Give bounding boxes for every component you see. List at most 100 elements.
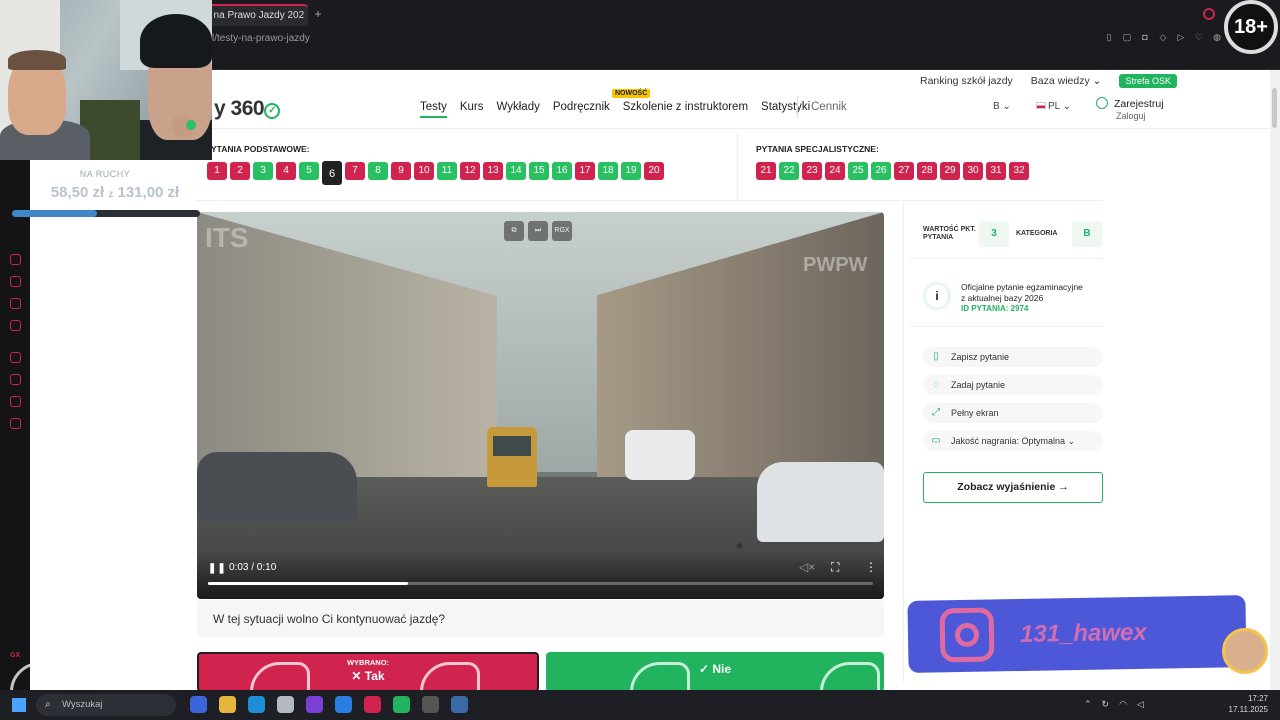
register-link[interactable]: Zarejestruj (1114, 98, 1164, 110)
question-number-button[interactable]: 16 (552, 162, 572, 180)
question-number-button[interactable]: 5 (299, 162, 319, 180)
more-options-icon[interactable]: ⋮ (865, 560, 877, 574)
mute-icon[interactable]: ◁× (799, 560, 815, 574)
nav-handbook[interactable]: Podręcznik (553, 101, 610, 118)
page-scrollbar[interactable] (1270, 70, 1280, 690)
sidebar-settings-icon[interactable] (10, 418, 21, 429)
file-explorer-icon[interactable] (219, 696, 236, 713)
question-number-button[interactable]: 13 (483, 162, 503, 180)
question-number-button[interactable]: 17 (575, 162, 595, 180)
taskbar-clock[interactable]: 17:27 17.11.2025 (1226, 693, 1268, 715)
nav-course[interactable]: Kurs (460, 101, 484, 118)
taskbar-search[interactable]: ⌕ Wyszukaj (36, 694, 176, 716)
question-number-button[interactable]: 12 (460, 162, 480, 180)
rgx-button[interactable]: RGX (552, 221, 572, 241)
question-number-button[interactable]: 26 (871, 162, 891, 180)
windows-start-icon[interactable] (12, 698, 26, 712)
question-number-button[interactable]: 23 (802, 162, 822, 180)
user-menu[interactable]: Zarejestruj Zaloguj (1096, 97, 1164, 121)
app-purple-icon[interactable] (306, 696, 323, 713)
category-select[interactable]: B ⌄ (993, 101, 1011, 112)
new-tab-icon[interactable]: + (311, 7, 325, 21)
video-quality-select[interactable]: ▭ Jakość nagrania: Optymalna ⌄ (923, 431, 1103, 451)
question-number-button[interactable]: 10 (414, 162, 434, 180)
video-progress-bar[interactable] (208, 582, 873, 585)
chevron-up-icon[interactable]: ⌃ (1084, 699, 1092, 710)
site-logo[interactable]: y 360 ✓ (214, 97, 281, 121)
osk-zone-button[interactable]: Strefa OSK (1119, 74, 1178, 88)
language-select[interactable]: PL ⌄ (1036, 101, 1071, 112)
shield-icon[interactable]: ◘ (1140, 32, 1150, 42)
question-number-button[interactable]: 18 (598, 162, 618, 180)
question-number-button[interactable]: 8 (368, 162, 388, 180)
nav-instructor-training[interactable]: Szkolenie z instruktorem (623, 101, 748, 118)
knowledge-base-link[interactable]: Baza wiedzy ⌄ (1031, 75, 1102, 87)
sync-icon[interactable]: ↻ (1102, 699, 1110, 710)
question-number-button[interactable]: 3 (253, 162, 273, 180)
question-number-button[interactable]: 28 (917, 162, 937, 180)
question-number-button[interactable]: 30 (963, 162, 983, 180)
skip-button[interactable]: ⏭ (528, 221, 548, 241)
fullscreen-button[interactable]: ⤢ Pełny ekran (923, 403, 1103, 423)
opera-gx-icon[interactable] (364, 696, 381, 713)
show-explanation-button[interactable]: Zobacz wyjaśnienie → (923, 472, 1103, 503)
bookmark-icon[interactable]: ▯ (1104, 32, 1114, 42)
question-number-button[interactable]: 22 (779, 162, 799, 180)
heart-icon[interactable]: ♡ (1194, 32, 1204, 42)
sidebar-history-icon[interactable] (10, 374, 21, 385)
question-number-button[interactable]: 32 (1009, 162, 1029, 180)
question-number-button[interactable]: 2 (230, 162, 250, 180)
sidebar-extensions-icon[interactable] (10, 396, 21, 407)
question-number-button[interactable]: 20 (644, 162, 664, 180)
volume-icon[interactable]: ◁ (1137, 699, 1144, 710)
save-question-button[interactable]: ▯ Zapisz pytanie (923, 347, 1103, 367)
nav-pricing[interactable]: Cennik (811, 101, 847, 113)
snapshot-icon[interactable]: ▢ (1122, 32, 1132, 42)
question-number-button[interactable]: 6 (322, 161, 342, 185)
pause-icon[interactable]: ❚❚ (208, 563, 227, 574)
question-number-button[interactable]: 29 (940, 162, 960, 180)
question-number-button[interactable]: 25 (848, 162, 868, 180)
cube-icon[interactable]: ◇ (1158, 32, 1168, 42)
question-number-button[interactable]: 14 (506, 162, 526, 180)
question-number-button[interactable]: 15 (529, 162, 549, 180)
obs-icon[interactable] (422, 696, 439, 713)
account-icon[interactable]: ◍ (1212, 32, 1222, 42)
question-number-button[interactable]: 11 (437, 162, 457, 180)
sidebar-bag-icon[interactable] (10, 276, 21, 287)
pip-button[interactable]: ⧉ (504, 221, 524, 241)
fullscreen-icon[interactable]: ⛶ (831, 560, 839, 575)
basic-questions-list: 1 2 3 4 5 6 7 8 9 10 11 12 13 14 15 16 17 18 19 20 (207, 161, 664, 185)
play-icon[interactable]: ▷ (1176, 32, 1186, 42)
question-number-button[interactable]: 21 (756, 162, 776, 180)
sidebar-speed-icon[interactable] (10, 254, 21, 265)
question-number-button[interactable]: 4 (276, 162, 296, 180)
sidebar-mail-icon[interactable] (10, 320, 21, 331)
store-icon[interactable] (277, 696, 294, 713)
question-number-button[interactable]: 9 (391, 162, 411, 180)
sidebar-player-icon[interactable] (10, 352, 21, 363)
question-number-button[interactable]: 27 (894, 162, 914, 180)
app-blue-icon[interactable] (451, 696, 468, 713)
question-number-button[interactable]: 31 (986, 162, 1006, 180)
url-text[interactable]: l/testy-na-prawo-jazdy (212, 33, 310, 44)
wifi-icon[interactable]: ◠ (1119, 699, 1127, 710)
question-number-button[interactable]: 19 (621, 162, 641, 180)
question-number-button[interactable]: 24 (825, 162, 845, 180)
login-link[interactable]: Zaloguj (1116, 111, 1164, 121)
sidebar-chat-icon[interactable] (10, 298, 21, 309)
video-player[interactable]: ITS PWPW ⧉ ⏭ RGX ❚❚ 0:03 / 0:10 ◁× ⛶ ⋮ ⌖ (197, 212, 884, 599)
question-number-button[interactable]: 7 (345, 162, 365, 180)
answer-yes-button[interactable]: WYBRANO: ✕ Tak (197, 652, 539, 690)
nav-tests[interactable]: Testy (420, 101, 447, 118)
outlook-icon[interactable] (335, 696, 352, 713)
copilot-icon[interactable] (190, 696, 207, 713)
nav-lectures[interactable]: Wykłady (497, 101, 540, 118)
scrollbar-thumb[interactable] (1272, 88, 1277, 128)
ask-question-button[interactable]: ◌ Zadaj pytanie (923, 375, 1103, 395)
question-number-button[interactable]: 1 (207, 162, 227, 180)
spotify-icon[interactable] (393, 696, 410, 713)
nav-statistics[interactable]: Statystyki (761, 101, 810, 118)
ranking-link[interactable]: Ranking szkół jazdy (920, 75, 1013, 87)
edge-icon[interactable] (248, 696, 265, 713)
